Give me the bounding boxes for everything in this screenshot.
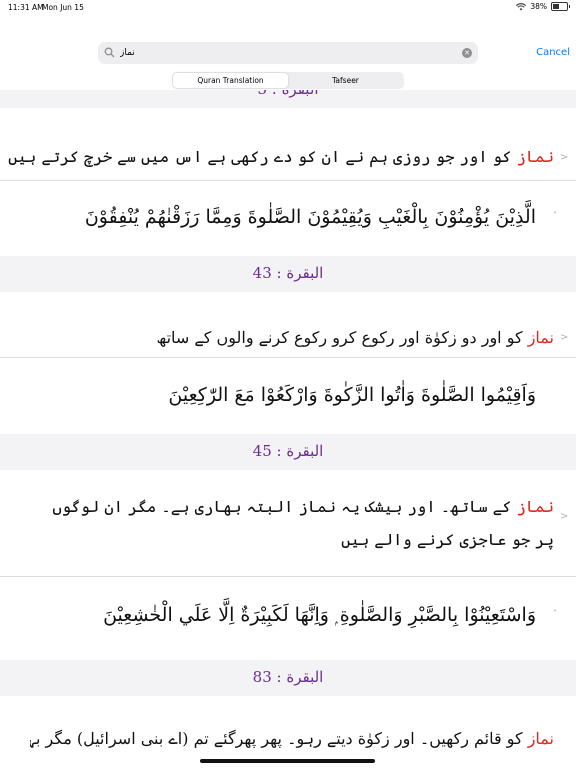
translation-text: کو اور دو زکوٰة اور رکوع کرو رکوع کرنے و… bbox=[156, 328, 528, 347]
verse-header: البقرة : 83 bbox=[0, 660, 576, 696]
chevron-down-icon[interactable]: ˅ bbox=[553, 609, 557, 618]
status-time: 11:31 AM bbox=[8, 3, 44, 12]
verse-translation[interactable]: نماز کو اور جو روزی ہم نے ان کو دے رکھی … bbox=[8, 140, 554, 173]
divider bbox=[0, 576, 576, 577]
results-list[interactable]: البقرة : 3 نماز کو اور جو روزی ہم نے ان … bbox=[0, 90, 576, 768]
search-icon bbox=[104, 47, 115, 58]
verse-reference: البقرة : 3 bbox=[257, 90, 318, 98]
verse-arabic: الَّذِيْنَ يُؤْمِنُوْنَ بِالْغَيْبِ وَيُ… bbox=[84, 206, 536, 228]
divider bbox=[0, 180, 576, 181]
chevron-right-icon[interactable]: > bbox=[560, 332, 568, 343]
cancel-button[interactable]: Cancel bbox=[536, 47, 570, 58]
verse-header: البقرة : 45 bbox=[0, 434, 576, 470]
search-input[interactable] bbox=[120, 45, 450, 61]
verse-reference: البقرة : 45 bbox=[252, 442, 324, 460]
verse-arabic: وَاسْتَعِيْنُوْا بِالصَّبْرِ وَالصَّلٰوة… bbox=[103, 604, 536, 626]
tab-quran-translation[interactable]: Quran Translation bbox=[173, 73, 288, 88]
verse-reference: البقرة : 43 bbox=[252, 264, 324, 282]
divider bbox=[0, 357, 576, 358]
verse-translation[interactable]: نماز کو قائم رکھیں۔ اور زکوٰة دیتے رہو۔ … bbox=[30, 722, 554, 755]
verse-reference: البقرة : 83 bbox=[252, 668, 324, 686]
tab-tafseer[interactable]: Tafseer bbox=[288, 73, 403, 88]
highlight-term: نماز bbox=[516, 497, 555, 516]
verse-header: البقرة : 43 bbox=[0, 256, 576, 292]
chevron-down-icon[interactable]: ˅ bbox=[553, 211, 557, 220]
highlight-term: نماز bbox=[527, 328, 554, 347]
chevron-right-icon[interactable]: > bbox=[560, 152, 568, 163]
status-bar: 11:31 AM Mon Jun 15 38% bbox=[0, 0, 576, 14]
verse-arabic: وَاَقِيْمُوا الصَّلٰوةَ وَاٰتُوا الزَّكٰ… bbox=[168, 384, 536, 406]
translation-text: کے ساتھ۔ اور بیشک یہ نماز البتہ بھاری ہے… bbox=[52, 497, 554, 549]
chevron-right-icon[interactable]: > bbox=[560, 511, 568, 522]
translation-text: کو اور جو روزی ہم نے ان کو دے رکھی ہے اس… bbox=[8, 147, 517, 166]
status-right: 38% bbox=[516, 2, 570, 11]
status-date: Mon Jun 15 bbox=[42, 3, 84, 12]
verse-header: البقرة : 3 bbox=[0, 90, 576, 108]
translation-text: کو قائم رکھیں۔ اور زکوٰة دیتے رہو۔ پھر پ… bbox=[30, 729, 523, 748]
highlight-term: نماز bbox=[527, 729, 554, 748]
battery-icon bbox=[551, 2, 570, 11]
home-indicator bbox=[200, 759, 375, 763]
mode-segmented-control[interactable]: Quran Translation Tafseer bbox=[172, 72, 404, 89]
clear-icon[interactable]: ✕ bbox=[462, 48, 472, 58]
verse-translation[interactable]: نماز کو اور دو زکوٰة اور رکوع کرو رکوع ک… bbox=[156, 321, 554, 354]
wifi-icon bbox=[516, 2, 527, 10]
highlight-term: نماز bbox=[516, 147, 555, 166]
search-bar[interactable]: ✕ bbox=[98, 42, 478, 64]
verse-translation[interactable]: نماز کے ساتھ۔ اور بیشک یہ نماز البتہ بھا… bbox=[40, 490, 554, 556]
battery-percent: 38% bbox=[530, 2, 547, 11]
